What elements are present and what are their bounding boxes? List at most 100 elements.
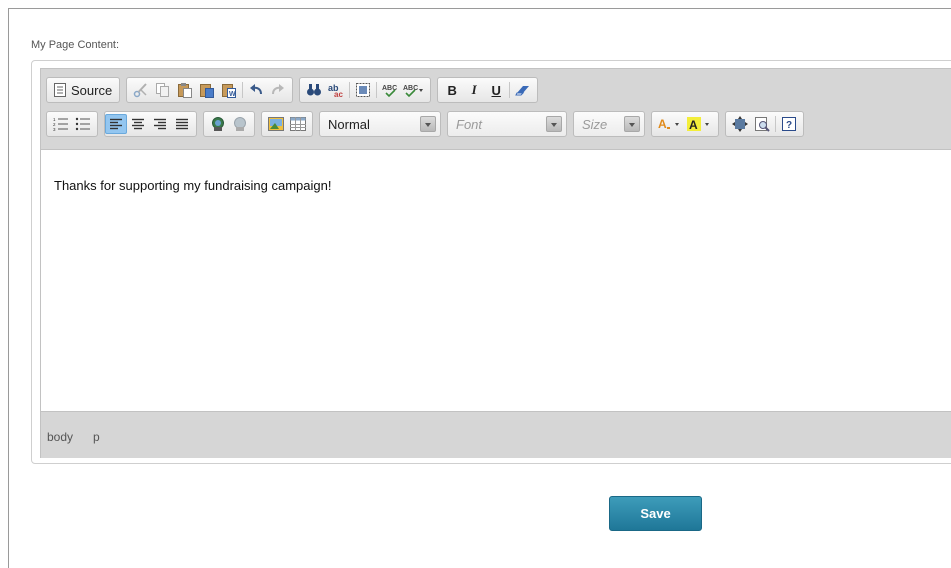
find-icon [306, 82, 322, 98]
paste-word-icon: W [221, 82, 237, 98]
align-left-button[interactable] [105, 114, 127, 134]
undo-icon [248, 82, 264, 98]
svg-text:3: 3 [53, 127, 56, 132]
source-group: Source [46, 77, 121, 103]
image-icon [268, 117, 284, 131]
source-icon [54, 83, 66, 97]
undo-button[interactable] [245, 80, 267, 100]
find-button[interactable] [303, 80, 325, 100]
editing-group: ab ac ABC ABC [299, 77, 432, 103]
redo-icon [270, 82, 286, 98]
underline-button[interactable]: U [485, 80, 507, 100]
paste-word-button[interactable]: W [218, 80, 240, 100]
remove-format-button[interactable] [512, 80, 534, 100]
align-left-icon [109, 118, 123, 130]
spellcheck-icon: ABC [382, 82, 398, 98]
toolbar-separator [775, 116, 776, 132]
alignment-group [104, 111, 197, 137]
path-item-p[interactable]: p [93, 430, 100, 444]
paste-text-icon [199, 82, 215, 98]
svg-text:?: ? [786, 120, 792, 131]
align-center-button[interactable] [127, 114, 149, 134]
insert-group [261, 111, 313, 137]
italic-button[interactable]: I [463, 80, 485, 100]
spellcheck-as-you-type-button[interactable]: ABC [401, 80, 427, 100]
text-color-button[interactable]: A [655, 114, 685, 134]
table-icon [290, 117, 306, 131]
copy-icon [155, 82, 171, 98]
clipboard-group: W [126, 77, 294, 103]
toolbar-separator [509, 82, 511, 98]
tools-group: ? [725, 111, 804, 137]
save-button[interactable]: Save [609, 496, 702, 531]
copy-button[interactable] [152, 80, 174, 100]
link-button[interactable] [207, 114, 229, 134]
unlink-icon [232, 116, 248, 132]
replace-button[interactable]: ab ac [325, 80, 347, 100]
background-color-icon: A [687, 116, 713, 132]
element-path-bar: body p [41, 413, 951, 458]
underline-icon: U [491, 82, 501, 98]
basic-styles-group: B I U [437, 77, 539, 103]
preview-button[interactable] [751, 114, 773, 134]
unlink-button[interactable] [229, 114, 251, 134]
align-right-button[interactable] [149, 114, 171, 134]
source-button[interactable]: Source [50, 80, 116, 100]
bold-icon: B [447, 82, 457, 98]
redo-button[interactable] [267, 80, 289, 100]
path-item-body[interactable]: body [47, 430, 73, 444]
toolbar-row-2: 123 Normal Font Size A A ? [46, 111, 810, 137]
replace-icon: ab ac [328, 82, 344, 98]
colors-group: A A [651, 111, 719, 137]
numbered-list-icon: 123 [53, 116, 69, 132]
svg-text:A: A [689, 118, 698, 132]
italic-icon: I [471, 82, 477, 97]
format-dropdown[interactable]: Normal [319, 111, 441, 137]
align-right-icon [153, 118, 167, 130]
about-button[interactable]: ? [778, 114, 800, 134]
image-button[interactable] [265, 114, 287, 134]
svg-text:ac: ac [334, 90, 343, 98]
paste-icon [177, 82, 193, 98]
chevron-down-icon [420, 116, 436, 132]
cut-button[interactable] [130, 80, 152, 100]
table-button[interactable] [287, 114, 309, 134]
svg-text:W: W [229, 91, 236, 98]
format-value: Normal [328, 116, 370, 132]
editor-content-text[interactable]: Thanks for supporting my fundraising cam… [54, 178, 331, 193]
toolbar-row-1: Source W ab ac ABC ABC B I U [46, 77, 544, 103]
paragraph-group: 123 [46, 111, 98, 137]
background-color-button[interactable]: A [685, 114, 715, 134]
chevron-down-icon [624, 116, 640, 132]
about-icon: ? [781, 116, 797, 132]
numbered-list-button[interactable]: 123 [50, 114, 72, 134]
select-all-button[interactable] [352, 80, 374, 100]
justify-button[interactable] [171, 114, 193, 134]
editor-container: Source W ab ac ABC ABC B I U 1 2 3 Norma… [40, 68, 951, 458]
font-dropdown[interactable]: Font [447, 111, 567, 137]
svg-text:ABC: ABC [403, 85, 418, 92]
chevron-down-icon [546, 116, 562, 132]
size-dropdown[interactable]: Size [573, 111, 645, 137]
maximize-icon [732, 116, 748, 132]
size-placeholder: Size [582, 116, 608, 132]
editor-content-area[interactable]: Thanks for supporting my fundraising cam… [41, 149, 951, 412]
toolbar-separator [242, 82, 244, 98]
maximize-button[interactable] [729, 114, 751, 134]
link-icon [210, 116, 226, 132]
preview-icon [754, 116, 770, 132]
toolbar-separator [349, 82, 351, 98]
bulleted-list-button[interactable] [72, 114, 94, 134]
text-color-icon: A [657, 116, 683, 132]
remove-format-icon [515, 82, 531, 98]
paste-button[interactable] [174, 80, 196, 100]
bold-button[interactable]: B [441, 80, 463, 100]
paste-text-button[interactable] [196, 80, 218, 100]
align-center-icon [131, 118, 145, 130]
spellcheck-button[interactable]: ABC [379, 80, 401, 100]
bulleted-list-icon [75, 116, 91, 132]
cut-icon [133, 82, 149, 98]
font-placeholder: Font [456, 116, 483, 132]
source-label: Source [71, 82, 113, 98]
justify-icon [175, 118, 189, 130]
